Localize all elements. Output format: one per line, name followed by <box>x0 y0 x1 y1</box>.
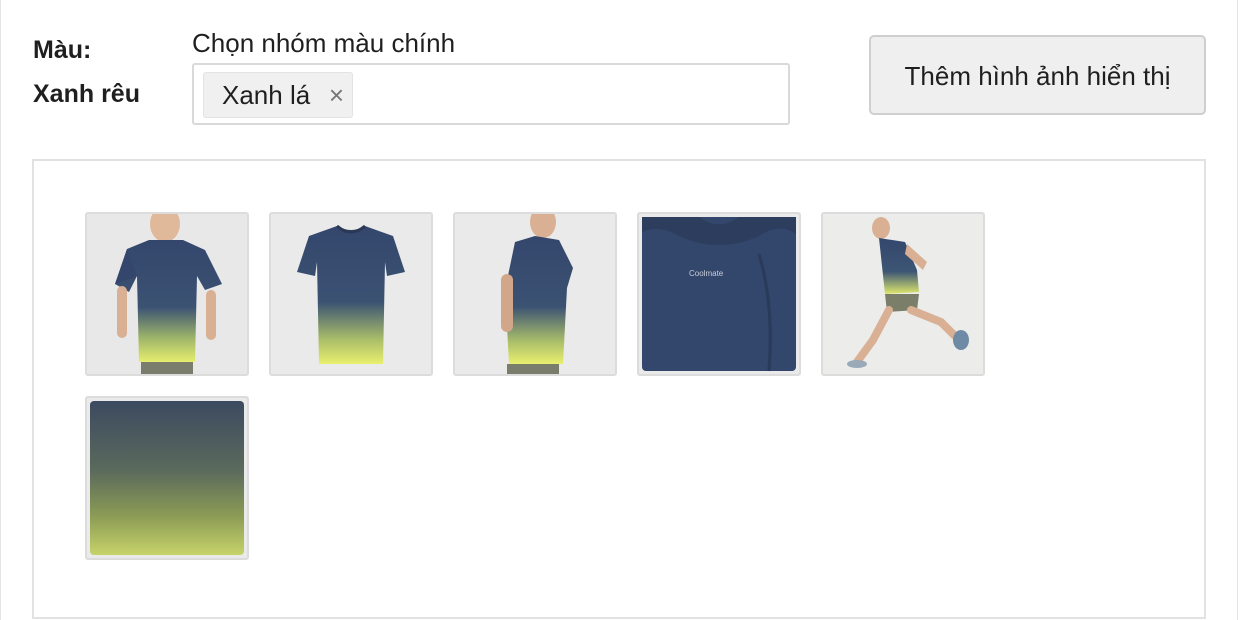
fabric-gradient-swatch <box>90 401 244 555</box>
color-label-value: Xanh rêu <box>33 80 140 108</box>
model-front-photo <box>87 214 247 374</box>
color-label-title: Màu: <box>33 36 92 64</box>
fabric-logo-closeup: Coolmate <box>642 217 796 372</box>
gallery-image-fabric-closeup[interactable]: Coolmate <box>637 212 801 376</box>
gallery-image-running-model[interactable] <box>821 212 985 376</box>
gallery-image-model-front[interactable] <box>85 212 249 376</box>
selected-tag-label: Xanh lá <box>222 80 311 110</box>
selected-tag: Xanh lá × <box>203 72 353 118</box>
gallery-image-shirt-flat[interactable] <box>269 212 433 376</box>
svg-text:Coolmate: Coolmate <box>689 269 724 278</box>
shirt-flat-photo <box>271 214 431 374</box>
gallery-image-fabric-swatch[interactable] <box>85 396 249 560</box>
running-model-photo <box>823 214 983 374</box>
color-group-select[interactable]: Xanh lá × <box>192 63 790 125</box>
image-gallery: Coolmate <box>32 159 1206 619</box>
color-name-label: Màu: Xanh rêu <box>33 28 140 116</box>
close-icon[interactable]: × <box>329 73 344 117</box>
gallery-image-model-side[interactable] <box>453 212 617 376</box>
color-group-label: Chọn nhóm màu chính <box>192 28 456 58</box>
add-display-image-button[interactable]: Thêm hình ảnh hiển thị <box>869 35 1206 115</box>
model-side-photo <box>455 214 615 374</box>
